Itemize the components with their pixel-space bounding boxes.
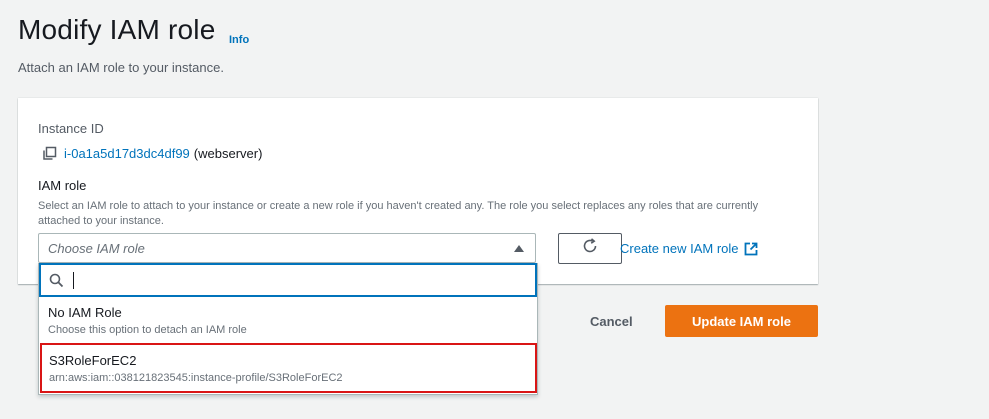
search-input[interactable] <box>39 263 537 297</box>
instance-id-row: i-0a1a5d17d3dc4df99 (webserver) <box>42 145 262 161</box>
option-subtitle: arn:aws:iam::038121823545:instance-profi… <box>49 372 343 384</box>
create-iam-role-label: Create new IAM role <box>620 241 739 256</box>
create-iam-role-link[interactable]: Create new IAM role <box>620 241 758 256</box>
search-icon <box>49 273 64 288</box>
option-subtitle: Choose this option to detach an IAM role <box>48 324 247 336</box>
instance-id-link[interactable]: i-0a1a5d17d3dc4df99 <box>64 146 190 161</box>
option-title: S3RoleForEC2 <box>49 353 137 368</box>
external-link-icon <box>744 242 758 256</box>
iam-role-select[interactable]: Choose IAM role <box>38 233 536 263</box>
refresh-icon <box>581 237 599 260</box>
caret-up-icon <box>514 245 524 252</box>
text-cursor <box>73 272 74 289</box>
refresh-button[interactable] <box>558 233 622 264</box>
page-subtitle: Attach an IAM role to your instance. <box>18 60 224 75</box>
page-title: Modify IAM role <box>18 14 216 45</box>
option-no-iam-role[interactable]: No IAM Role Choose this option to detach… <box>39 305 537 336</box>
copy-icon[interactable] <box>42 146 57 161</box>
instance-name: (webserver) <box>193 145 263 161</box>
option-title: No IAM Role <box>48 305 122 320</box>
iam-role-label: IAM role <box>38 178 87 193</box>
option-s3roleforec2[interactable]: S3RoleForEC2 arn:aws:iam::038121823545:i… <box>40 343 537 393</box>
instance-id-label: Instance ID <box>38 121 104 136</box>
cancel-button[interactable]: Cancel <box>590 314 633 329</box>
iam-role-select-placeholder: Choose IAM role <box>48 241 145 256</box>
iam-role-description: Select an IAM role to attach to your ins… <box>38 200 759 227</box>
iam-role-dropdown: No IAM Role Choose this option to detach… <box>38 263 538 395</box>
info-link[interactable]: Info <box>229 34 249 46</box>
update-iam-role-button[interactable]: Update IAM role <box>665 305 818 337</box>
